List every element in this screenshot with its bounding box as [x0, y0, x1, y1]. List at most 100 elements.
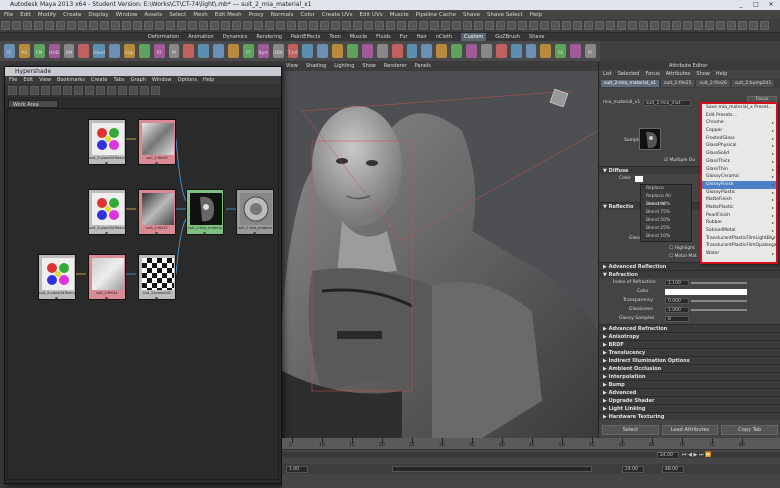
preset-option[interactable]: Water ▸: [702, 250, 776, 258]
shelf-tab[interactable]: Deformation: [148, 33, 179, 41]
menu-item[interactable]: Color: [300, 12, 314, 18]
preset-option[interactable]: Save mia_material_x Preset...: [702, 104, 776, 112]
menu-item[interactable]: Help: [530, 12, 543, 18]
menu-item[interactable]: Create: [63, 12, 81, 18]
preset-option[interactable]: Chrome ▸: [702, 119, 776, 127]
ae-menu-item[interactable]: Focus: [645, 70, 659, 79]
glossy-samples-field[interactable]: 8: [665, 316, 689, 322]
tool-icon[interactable]: [107, 86, 116, 95]
hypershade-menu-item[interactable]: Window: [152, 76, 172, 84]
status-tool-icon[interactable]: [441, 21, 450, 30]
glossiness-slider[interactable]: [691, 309, 747, 311]
transparency-slider[interactable]: [691, 300, 747, 302]
ae-tab[interactable]: suit_2:file25: [661, 80, 695, 87]
shelf-icon[interactable]: Xprt: [257, 44, 269, 58]
shelf-icon[interactable]: [109, 44, 120, 58]
shelf-tab[interactable]: Custom: [461, 33, 487, 41]
section-upgrade-shader[interactable]: ▶ Upgrade Shader: [599, 396, 780, 404]
preset-blend-option[interactable]: Blend 50%: [641, 217, 691, 225]
menu-item[interactable]: Normals: [271, 12, 294, 18]
preset-option[interactable]: GlassSolid ▸: [702, 150, 776, 158]
ae-tab[interactable]: suit_2:file26: [696, 80, 730, 87]
preset-option[interactable]: SatinedMetal ▸: [702, 227, 776, 235]
metal-material-checkbox[interactable]: ☐ Metal Mat: [669, 254, 697, 259]
preset-option[interactable]: GlossyFinish ▸: [702, 180, 776, 189]
viewport-menu-item[interactable]: Panels: [415, 62, 431, 71]
range-end-field[interactable]: 24.00: [622, 466, 644, 473]
section-advanced-refraction[interactable]: ▶ Advanced Refraction: [599, 324, 780, 332]
status-tool-icon[interactable]: [430, 21, 439, 30]
preset-blend-option[interactable]: Blend 25%: [641, 225, 691, 233]
shelf-tab[interactable]: Shave: [529, 33, 544, 41]
status-tool-icon[interactable]: [221, 21, 230, 30]
tool-icon[interactable]: [52, 86, 61, 95]
preset-option[interactable]: Edit Presets...: [702, 112, 776, 120]
tool-icon[interactable]: [63, 86, 72, 95]
status-tool-icon[interactable]: [584, 21, 593, 30]
shelf-icon[interactable]: FT: [242, 44, 254, 58]
menu-item[interactable]: Create UVs: [322, 12, 353, 18]
shelf-icon[interactable]: [406, 44, 418, 58]
status-tool-icon[interactable]: [408, 21, 417, 30]
status-tool-icon[interactable]: [617, 21, 626, 30]
menu-item[interactable]: Select: [169, 12, 186, 18]
hypershade-work-area[interactable]: suit_2:place2dTextur ▼ suit_2:file26 ▼ s…: [7, 108, 279, 480]
status-tool-icon[interactable]: [650, 21, 659, 30]
status-tool-icon[interactable]: [243, 21, 252, 30]
tool-icon[interactable]: [30, 86, 39, 95]
viewport-menu-item[interactable]: Shading: [306, 62, 326, 71]
expand-icon[interactable]: ▼: [253, 231, 256, 236]
shelf-icon[interactable]: [317, 44, 329, 58]
expand-icon[interactable]: ▼: [105, 161, 108, 166]
status-tool-icon[interactable]: [573, 21, 582, 30]
hypershade-menu-item[interactable]: File: [9, 76, 17, 84]
status-tool-icon[interactable]: [276, 21, 285, 30]
ae-menu-item[interactable]: Help: [716, 70, 727, 79]
status-tool-icon[interactable]: [518, 21, 527, 30]
status-tool-icon[interactable]: [56, 21, 65, 30]
menu-item[interactable]: Edit UVs: [360, 12, 383, 18]
status-tool-icon[interactable]: [639, 21, 648, 30]
end-time-field[interactable]: 48.00: [662, 466, 684, 473]
node-place2d-texture[interactable]: suit_2:place2dTextur ▼: [38, 254, 76, 301]
menu-item[interactable]: Display: [88, 12, 108, 18]
status-tool-icon[interactable]: [166, 21, 175, 30]
status-tool-icon[interactable]: [12, 21, 21, 30]
shelf-icon[interactable]: SE: [555, 44, 567, 58]
status-tool-icon[interactable]: [122, 21, 131, 30]
status-tool-icon[interactable]: [100, 21, 109, 30]
menu-item[interactable]: Edit: [20, 12, 31, 18]
hypershade-menu-item[interactable]: Create: [91, 76, 108, 84]
node-file[interactable]: suit_2:file26 ▼: [138, 119, 176, 166]
node-file[interactable]: suit_2:file25 ▼: [138, 189, 176, 236]
shelf-icon[interactable]: AS: [18, 44, 30, 58]
shelf-tab[interactable]: GoZBrush: [495, 33, 520, 41]
ae-tab[interactable]: suit_2:bump2d1: [731, 80, 775, 87]
status-tool-icon[interactable]: [738, 21, 747, 30]
shelf-icon[interactable]: [376, 44, 388, 58]
tool-icon[interactable]: [8, 86, 17, 95]
hypershade-menu-item[interactable]: View: [39, 76, 51, 84]
hypershade-window[interactable]: Hypershade File Edit View Bookmarks Create Ta…: [4, 66, 282, 484]
ae-tab[interactable]: suit_2:mia_material_x1: [601, 80, 660, 87]
shelf-tab[interactable]: Animation: [188, 33, 214, 41]
time-ruler[interactable]: 5 10 15 20 25 30 35 40 45 50 55 60 65 70 75 80: [282, 438, 780, 450]
refraction-color-swatch[interactable]: [665, 289, 747, 295]
section-interpolation[interactable]: ▶ Interpolation: [599, 372, 780, 380]
maximize-button[interactable]: □: [749, 1, 763, 9]
tool-icon[interactable]: [118, 86, 127, 95]
preset-blend-option[interactable]: Blend 75%: [641, 209, 691, 217]
status-tool-icon[interactable]: [309, 21, 318, 30]
preset-option[interactable]: MatteFinish ▸: [702, 196, 776, 204]
expand-icon[interactable]: ▼: [203, 231, 206, 236]
node-mia-material[interactable]: suit_2:mia_materia ▼: [186, 189, 224, 236]
shelf-icon[interactable]: M: [168, 44, 180, 58]
status-tool-icon[interactable]: [89, 21, 98, 30]
expand-icon[interactable]: ▼: [105, 231, 108, 236]
section-anisotropy[interactable]: ▶ Anisotropy: [599, 332, 780, 340]
glossiness-field[interactable]: 1.000: [665, 307, 689, 313]
node-bump2d[interactable]: suit_2:bump2d1 ▼: [138, 254, 176, 301]
shelf-icon[interactable]: IC: [4, 44, 15, 58]
section-translucency[interactable]: ▶ Translucency: [599, 348, 780, 356]
status-tool-icon[interactable]: [199, 21, 208, 30]
